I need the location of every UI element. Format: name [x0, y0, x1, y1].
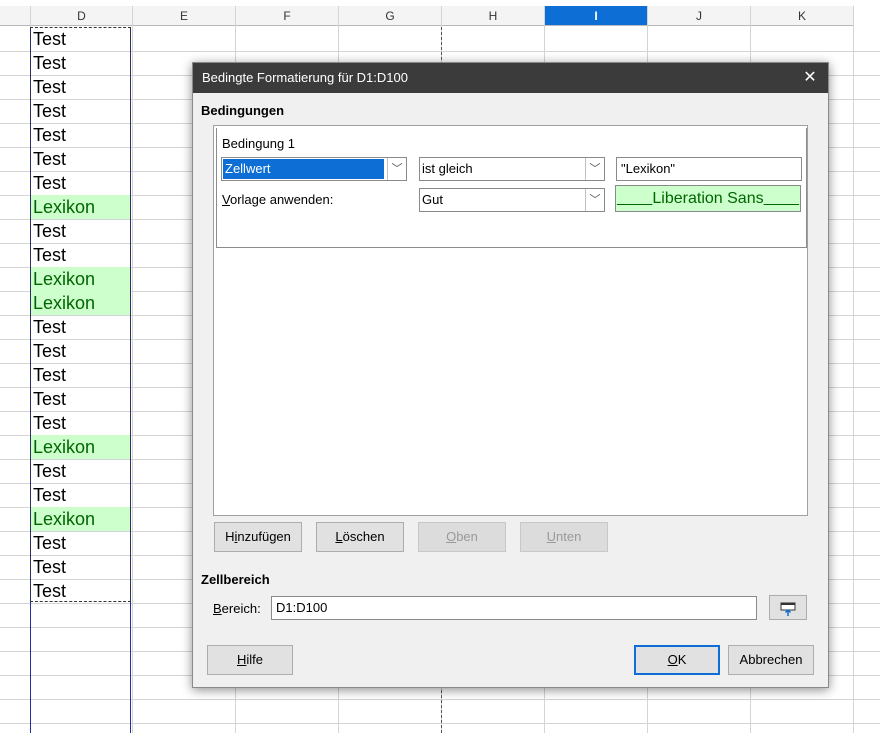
cell-d18[interactable]: Lexikon — [31, 435, 131, 459]
move-down-button[interactable]: Unten — [520, 522, 608, 552]
cell-d22[interactable]: Test — [31, 531, 131, 555]
conditions-header: Bedingungen — [201, 103, 285, 118]
cell-d10[interactable]: Test — [31, 243, 131, 267]
column-gridline — [853, 6, 854, 733]
column-header-d[interactable]: D — [31, 6, 133, 26]
operator-dropdown[interactable]: ist gleich ﹀ — [419, 157, 605, 181]
cell-d2[interactable]: Test — [31, 51, 131, 75]
style-preview: Liberation Sans — [615, 185, 801, 212]
cell-d13[interactable]: Test — [31, 315, 131, 339]
column-gridline — [132, 6, 133, 733]
delete-button[interactable]: Löschen — [316, 522, 404, 552]
cell-d19[interactable]: Test — [31, 459, 131, 483]
column-header-f[interactable]: F — [236, 6, 339, 26]
range-select-icon — [780, 602, 796, 616]
column-header-k[interactable]: K — [751, 6, 854, 26]
dialog-titlebar: Bedingte Formatierung für D1:D100 ✕ — [193, 63, 828, 93]
move-up-button[interactable]: Oben — [418, 522, 506, 552]
operator-value: ist gleich — [422, 161, 473, 176]
cell-d4[interactable]: Test — [31, 99, 131, 123]
cell-d1[interactable]: Test — [31, 27, 131, 51]
cell-d3[interactable]: Test — [31, 75, 131, 99]
condition-type-dropdown[interactable]: Zellwert ﹀ — [221, 157, 407, 181]
cell-d9[interactable]: Test — [31, 219, 131, 243]
style-value: Gut — [422, 192, 443, 207]
condition-value-input[interactable]: "Lexikon" — [616, 157, 802, 181]
chevron-down-icon[interactable]: ﹀ — [387, 158, 406, 180]
cell-d5[interactable]: Test — [31, 123, 131, 147]
cell-d16[interactable]: Test — [31, 387, 131, 411]
cancel-button[interactable]: Abbrechen — [728, 645, 814, 675]
cell-d11[interactable]: Lexikon — [31, 267, 131, 291]
style-dropdown[interactable]: Gut ﹀ — [419, 188, 605, 212]
cell-d15[interactable]: Test — [31, 363, 131, 387]
close-icon[interactable]: ✕ — [798, 66, 822, 90]
chevron-down-icon[interactable]: ﹀ — [585, 158, 604, 180]
cell-d8[interactable]: Lexikon — [31, 195, 131, 219]
ok-button[interactable]: OK — [634, 645, 720, 675]
column-header-g[interactable]: G — [339, 6, 442, 26]
cell-d17[interactable]: Test — [31, 411, 131, 435]
cell-d6[interactable]: Test — [31, 147, 131, 171]
column-header-h[interactable]: H — [442, 6, 545, 26]
range-input[interactable]: D1:D100 — [271, 596, 757, 620]
cell-d24[interactable]: Test — [31, 579, 131, 603]
cell-range-header: Zellbereich — [201, 572, 270, 587]
column-header-j[interactable]: J — [648, 6, 751, 26]
cell-d12[interactable]: Lexikon — [31, 291, 131, 315]
column-header-i[interactable]: I — [545, 6, 648, 26]
condition-type-value: Zellwert — [223, 159, 384, 179]
cell-d20[interactable]: Test — [31, 483, 131, 507]
condition-label: Bedingung 1 — [222, 136, 296, 151]
cell-d23[interactable]: Test — [31, 555, 131, 579]
add-button[interactable]: Hinzufügen — [214, 522, 302, 552]
range-label: Bereich: — [213, 601, 261, 616]
help-button[interactable]: Hilfe — [207, 645, 293, 675]
cell-d7[interactable]: Test — [31, 171, 131, 195]
shrink-range-button[interactable] — [769, 595, 807, 620]
column-header-e[interactable]: E — [133, 6, 236, 26]
chevron-down-icon[interactable]: ﹀ — [585, 189, 604, 211]
cell-d14[interactable]: Test — [31, 339, 131, 363]
conditions-list[interactable]: Bedingung 1 Zellwert ﹀ ist gleich ﹀ "Lex… — [213, 125, 808, 516]
cell-d21[interactable]: Lexikon — [31, 507, 131, 531]
apply-style-label: Vorlage anwenden: — [222, 192, 334, 207]
conditional-formatting-dialog: Bedingte Formatierung für D1:D100 ✕ Bedi… — [192, 62, 829, 688]
row-header-corner — [0, 6, 31, 26]
dialog-title: Bedingte Formatierung für D1:D100 — [202, 70, 408, 85]
